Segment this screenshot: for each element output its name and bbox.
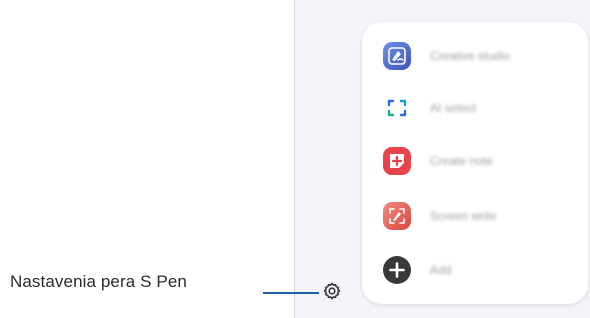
menu-item-label: Add	[430, 263, 452, 277]
menu-item-label: Create note	[430, 154, 493, 168]
s-pen-settings-button[interactable]	[321, 282, 343, 304]
create-note-icon	[382, 146, 412, 176]
air-command-menu: Creative studio AI select Create note Sc…	[362, 22, 588, 304]
gear-icon	[322, 281, 342, 306]
screen-write-icon	[382, 201, 412, 231]
creative-studio-icon	[382, 41, 412, 71]
callout-label: Nastavenia pera S Pen	[10, 272, 187, 291]
menu-item-label: Creative studio	[430, 49, 511, 63]
menu-item-create-note[interactable]: Create note	[362, 139, 588, 183]
menu-item-ai-select[interactable]: AI select	[362, 86, 588, 130]
menu-item-label: AI select	[430, 101, 477, 115]
menu-item-label: Screen write	[430, 209, 497, 223]
menu-item-add[interactable]: Add	[362, 248, 588, 292]
add-icon	[382, 255, 412, 285]
menu-item-screen-write[interactable]: Screen write	[362, 194, 588, 238]
callout-line	[263, 292, 319, 294]
menu-item-creative-studio[interactable]: Creative studio	[362, 34, 588, 78]
ai-select-icon	[382, 93, 412, 123]
